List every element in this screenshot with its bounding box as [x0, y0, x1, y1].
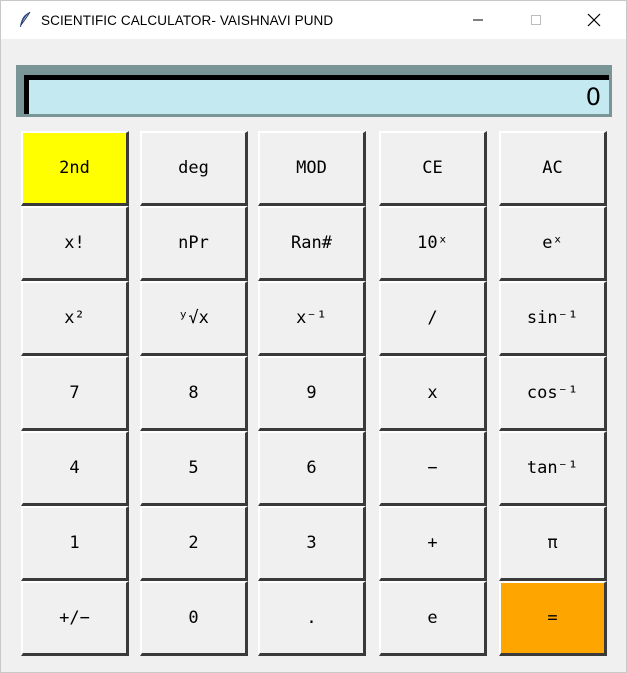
- factorial-button[interactable]: x!: [21, 206, 129, 281]
- npr-button[interactable]: nPr: [140, 206, 248, 281]
- arcsin-button[interactable]: sin⁻¹: [499, 281, 607, 356]
- title-bar[interactable]: SCIENTIFIC CALCULATOR- VAISHNAVI PUND: [1, 1, 626, 39]
- pi-button[interactable]: π: [499, 506, 607, 581]
- close-button[interactable]: [565, 1, 623, 39]
- display-value: 0: [585, 83, 601, 111]
- digit-9-button[interactable]: 9: [258, 356, 366, 431]
- reciprocal-button[interactable]: x⁻¹: [258, 281, 366, 356]
- exp-button[interactable]: eˣ: [499, 206, 607, 281]
- feather-icon: [15, 10, 35, 30]
- digit-4-button[interactable]: 4: [21, 431, 129, 506]
- digit-6-button[interactable]: 6: [258, 431, 366, 506]
- clear-entry-button[interactable]: CE: [379, 131, 487, 206]
- minimize-button[interactable]: [449, 1, 507, 39]
- square-button[interactable]: x²: [21, 281, 129, 356]
- maximize-button[interactable]: [507, 1, 565, 39]
- multiply-button[interactable]: x: [379, 356, 487, 431]
- digit-1-button[interactable]: 1: [21, 506, 129, 581]
- random-button[interactable]: Ran#: [258, 206, 366, 281]
- negate-button[interactable]: +/−: [21, 581, 129, 656]
- divide-button[interactable]: /: [379, 281, 487, 356]
- all-clear-button[interactable]: AC: [499, 131, 607, 206]
- mod-button[interactable]: MOD: [258, 131, 366, 206]
- arccos-button[interactable]: cos⁻¹: [499, 356, 607, 431]
- ten-power-button[interactable]: 10ˣ: [379, 206, 487, 281]
- deg-button[interactable]: deg: [140, 131, 248, 206]
- add-button[interactable]: +: [379, 506, 487, 581]
- minimize-icon: [473, 19, 483, 21]
- window-title: SCIENTIFIC CALCULATOR- VAISHNAVI PUND: [41, 12, 334, 28]
- digit-8-button[interactable]: 8: [140, 356, 248, 431]
- digit-2-button[interactable]: 2: [140, 506, 248, 581]
- nth-root-button[interactable]: ʸ√x: [140, 281, 248, 356]
- digit-7-button[interactable]: 7: [21, 356, 129, 431]
- euler-e-button[interactable]: e: [379, 581, 487, 656]
- decimal-point-button[interactable]: .: [258, 581, 366, 656]
- digit-0-button[interactable]: 0: [140, 581, 248, 656]
- calculator-window: SCIENTIFIC CALCULATOR- VAISHNAVI PUND 0 …: [0, 0, 627, 673]
- close-icon: [587, 13, 601, 27]
- equals-button[interactable]: =: [499, 581, 607, 656]
- digit-5-button[interactable]: 5: [140, 431, 248, 506]
- subtract-button[interactable]: −: [379, 431, 487, 506]
- arctan-button[interactable]: tan⁻¹: [499, 431, 607, 506]
- maximize-icon: [531, 15, 541, 25]
- digit-3-button[interactable]: 3: [258, 506, 366, 581]
- calculator-display[interactable]: 0: [24, 75, 609, 114]
- second-button[interactable]: 2nd: [21, 131, 129, 206]
